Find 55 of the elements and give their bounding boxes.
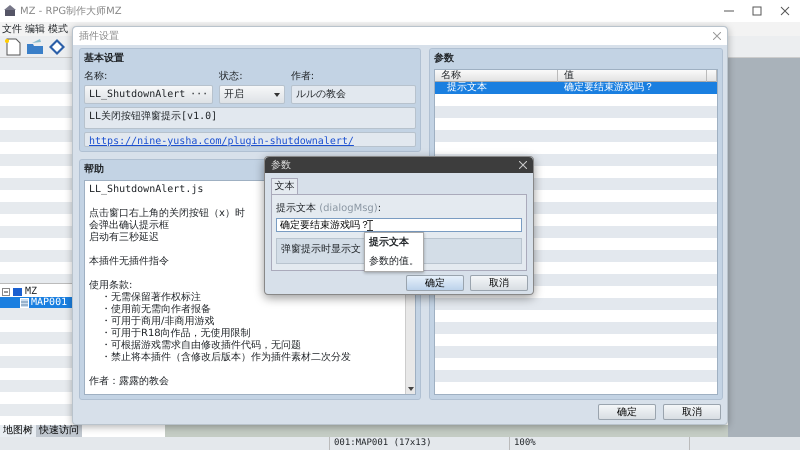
tooltip-title: 提示文本 <box>368 236 410 250</box>
status-dropdown[interactable]: 开启 <box>219 85 285 104</box>
description-field: LL关闭按钮弹窗提示[v1.0] <box>84 107 416 129</box>
tooltip-text: 参数的值。 <box>368 254 420 269</box>
field-label: 作者: <box>290 70 314 84</box>
new-file-icon[interactable] <box>4 38 22 56</box>
text-cursor-icon <box>367 220 373 231</box>
bullet-line: ・使用前无需向作者报备 <box>101 304 211 316</box>
field-label: 提示文本 (dialogMsg): <box>276 202 382 216</box>
name-field[interactable]: LL_ShutdownAlert ··· <box>84 85 214 104</box>
panel-heading: 基本设置 <box>84 52 124 66</box>
dialog-button[interactable]: 确定 <box>406 275 464 291</box>
description-text: 弹窗提示时显示文 <box>281 244 361 256</box>
text-input[interactable]: 确定要结束游戏吗？ <box>276 218 522 232</box>
bullet-line: ・无需保留著作权标注 <box>101 292 201 304</box>
tab[interactable]: 地图树 <box>0 425 36 437</box>
status-text: 100% <box>514 438 536 448</box>
bullet-line: ・可用于商用/非商用游戏 <box>101 316 214 328</box>
menu-item[interactable]: 模式 <box>48 22 68 36</box>
field-label: 状态: <box>219 70 243 84</box>
tab[interactable]: 文本 <box>271 178 298 194</box>
tab[interactable]: 快速访问 <box>36 425 82 437</box>
help-line: 本插件无插件指令 <box>89 256 169 268</box>
window-title: MZ - RPG制作大师MZ <box>20 4 122 18</box>
help-line: 使用条款: <box>89 280 132 292</box>
close-icon[interactable] <box>780 6 790 16</box>
menu-item[interactable]: 文件 <box>2 22 22 36</box>
dialog-button[interactable]: 确定 <box>598 404 656 420</box>
menu-item[interactable]: 编辑 <box>25 22 45 36</box>
dialog-title: 参数 <box>271 158 291 172</box>
help-line: 点击窗口右上角的关闭按钮（x）时 <box>89 208 245 220</box>
help-line: 会弹出确认提示框 <box>89 220 169 232</box>
panel-heading: 参数 <box>434 52 454 66</box>
help-line: 作者：露露的教会 <box>89 376 169 388</box>
bullet-line: ・可根据游戏需求自由修改插件代码，无问题 <box>101 340 301 352</box>
tree-item[interactable]: MAP001 <box>0 297 72 308</box>
table-row[interactable]: 提示文本 确定要结束游戏吗？ <box>435 82 717 94</box>
bullet-line: ・禁止将本插件（含修改后版本）作为插件素材二次分发 <box>101 352 351 364</box>
field-label: 名称: <box>84 70 108 84</box>
collapse-icon[interactable] <box>2 288 10 296</box>
dialog-title: 插件设置 <box>79 30 119 44</box>
dialog-button[interactable]: 取消 <box>663 404 721 420</box>
help-line: 启动有三秒延迟 <box>89 232 159 244</box>
dialog-button[interactable]: 取消 <box>470 275 528 291</box>
map-icon <box>20 298 29 308</box>
caret-icon <box>274 92 280 96</box>
tree-item[interactable]: MZ <box>0 286 72 297</box>
help-line: LL_ShutdownAlert.js <box>89 184 204 196</box>
app-icon <box>4 5 16 17</box>
bullet-line: ・可用于R18向作品，无使用限制 <box>101 328 251 340</box>
status-text: 001:MAP001 (17x13) <box>334 438 432 448</box>
panel-heading: 帮助 <box>84 162 104 177</box>
folder-icon[interactable] <box>26 38 44 56</box>
author-field[interactable]: ルルの教会 <box>290 85 416 104</box>
maximize-icon[interactable] <box>752 6 762 16</box>
